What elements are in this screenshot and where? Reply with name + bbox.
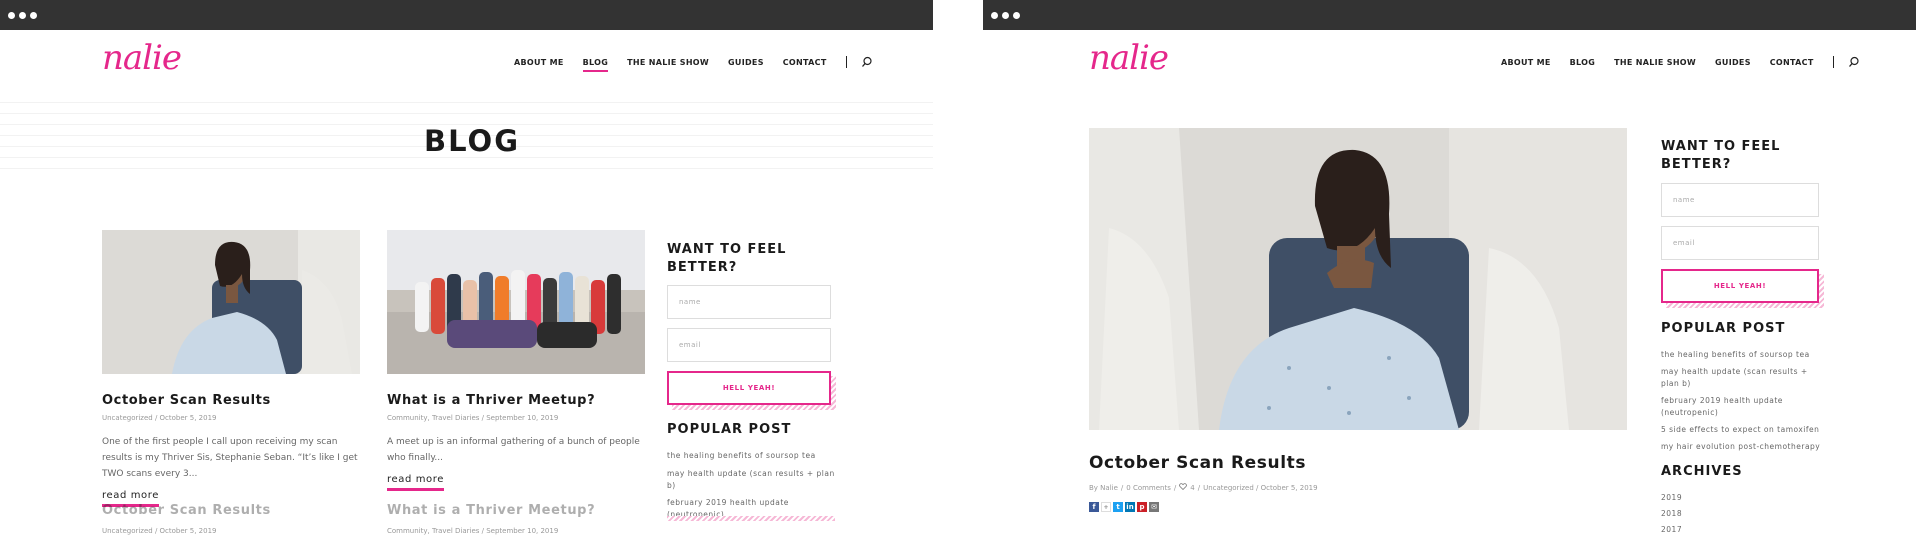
signup-heading: WANT TO FEEL BETTER? bbox=[1661, 138, 1780, 174]
nav-blog[interactable]: BLOG bbox=[1570, 58, 1595, 67]
browser-chrome bbox=[0, 0, 933, 30]
signup-heading-line: WANT TO FEEL bbox=[1661, 139, 1781, 154]
pinterest-icon[interactable]: p bbox=[1137, 502, 1147, 512]
nav-divider bbox=[1832, 56, 1834, 68]
post-thumbnail[interactable] bbox=[102, 230, 360, 374]
popular-post-heading: POPULAR POST bbox=[667, 422, 792, 437]
meta-separator: / bbox=[1120, 483, 1124, 492]
search-icon[interactable] bbox=[1848, 56, 1860, 68]
email-field[interactable]: email bbox=[667, 328, 831, 362]
hell-yeah-button[interactable]: HELL YEAH! bbox=[667, 371, 831, 405]
heart-icon[interactable] bbox=[1179, 483, 1188, 492]
post-excerpt: A meet up is an informal gathering of a … bbox=[387, 437, 640, 463]
popular-post-link[interactable]: 5 side effects to expect on tamoxifen bbox=[1661, 424, 1821, 436]
post-meta: Community, Travel Diaries / September 10… bbox=[387, 527, 559, 535]
post-category-date: Uncategorized / October 5, 2019 bbox=[1203, 483, 1318, 492]
post-meta: By Nalie / 0 Comments / 4 / Uncategorize… bbox=[1089, 483, 1318, 492]
main-nav: ABOUT ME BLOG THE NALIE SHOW GUIDES CONT… bbox=[514, 56, 873, 72]
featured-image bbox=[1089, 128, 1627, 430]
nav-guides[interactable]: GUIDES bbox=[728, 58, 764, 67]
post-title[interactable]: October Scan Results bbox=[102, 503, 271, 518]
popular-post-link[interactable]: my hair evolution post-chemotherapy bbox=[1661, 441, 1821, 453]
window-controls bbox=[991, 12, 1020, 19]
window-dot[interactable] bbox=[30, 12, 37, 19]
nav-about-me[interactable]: ABOUT ME bbox=[514, 58, 564, 67]
window-dot[interactable] bbox=[1013, 12, 1020, 19]
nav-about-me[interactable]: ABOUT ME bbox=[1501, 58, 1551, 67]
post-author[interactable]: By Nalie bbox=[1089, 484, 1118, 492]
archives-heading: ARCHIVES bbox=[1661, 464, 1743, 479]
signup-button-wrap: HELL YEAH! bbox=[1661, 269, 1824, 308]
page-title: BLOG bbox=[424, 124, 521, 158]
post-title[interactable]: October Scan Results bbox=[102, 393, 271, 408]
email-icon[interactable]: ✉ bbox=[1149, 502, 1159, 512]
main-nav: ABOUT ME BLOG THE NALIE SHOW GUIDES CONT… bbox=[1501, 56, 1860, 68]
window-dot[interactable] bbox=[8, 12, 15, 19]
nav-contact[interactable]: CONTACT bbox=[1770, 58, 1814, 67]
hell-yeah-button[interactable]: HELL YEAH! bbox=[1661, 269, 1819, 303]
name-field[interactable]: name bbox=[667, 285, 831, 319]
post-thumbnail[interactable] bbox=[387, 230, 645, 374]
signup-heading-line: WANT TO FEEL bbox=[667, 242, 787, 257]
nav-the-nalie-show[interactable]: THE NALIE SHOW bbox=[1614, 58, 1696, 67]
linkedin-icon[interactable]: in bbox=[1125, 502, 1135, 512]
nav-guides[interactable]: GUIDES bbox=[1715, 58, 1751, 67]
post-excerpt: One of the first people I call upon rece… bbox=[102, 437, 358, 479]
popular-post-link[interactable]: february 2019 health update (neutropenic… bbox=[1661, 395, 1821, 419]
site-logo[interactable]: nalie bbox=[1089, 38, 1169, 78]
post-title[interactable]: What is a Thriver Meetup? bbox=[387, 393, 595, 408]
google-plus-icon[interactable]: + bbox=[1101, 502, 1111, 512]
post-title[interactable]: What is a Thriver Meetup? bbox=[387, 503, 595, 518]
window-controls bbox=[8, 12, 37, 19]
email-field[interactable]: email bbox=[1661, 226, 1819, 260]
post-meta: Uncategorized / October 5, 2019 bbox=[102, 527, 217, 535]
post-comments[interactable]: 0 Comments bbox=[1126, 484, 1171, 492]
meta-separator: / bbox=[1197, 483, 1201, 492]
facebook-icon[interactable]: f bbox=[1089, 502, 1099, 512]
name-field[interactable]: name bbox=[1661, 183, 1819, 217]
post-meta: Community, Travel Diaries / September 10… bbox=[387, 414, 559, 422]
browser-window-right: nalie ABOUT ME BLOG THE NALIE SHOW GUIDE… bbox=[983, 0, 1916, 537]
archive-link[interactable]: 2018 bbox=[1661, 508, 1682, 520]
signup-heading-line: BETTER? bbox=[667, 260, 738, 275]
signup-heading-line: BETTER? bbox=[1661, 157, 1732, 172]
post-title: October Scan Results bbox=[1089, 453, 1307, 473]
decor-stripe bbox=[667, 516, 835, 521]
twitter-icon[interactable]: t bbox=[1113, 502, 1123, 512]
window-dot[interactable] bbox=[19, 12, 26, 19]
popular-post-link[interactable]: the healing benefits of soursop tea bbox=[667, 450, 837, 462]
popular-post-link[interactable]: the healing benefits of soursop tea bbox=[1661, 349, 1821, 361]
popular-post-heading: POPULAR POST bbox=[1661, 321, 1786, 336]
share-buttons: f + t in p ✉ bbox=[1089, 502, 1159, 512]
nav-divider bbox=[845, 56, 847, 68]
browser-window-left: nalie ABOUT ME BLOG THE NALIE SHOW GUIDE… bbox=[0, 0, 933, 537]
nav-contact[interactable]: CONTACT bbox=[783, 58, 827, 67]
signup-heading: WANT TO FEEL BETTER? bbox=[667, 241, 786, 277]
browser-chrome bbox=[983, 0, 1916, 30]
post-likes: 4 bbox=[1190, 483, 1195, 492]
post-meta: Uncategorized / October 5, 2019 bbox=[102, 414, 217, 422]
popular-post-link[interactable]: may health update (scan results + plan b… bbox=[667, 468, 837, 492]
meta-separator: / bbox=[1173, 483, 1177, 492]
nav-blog[interactable]: BLOG bbox=[582, 58, 609, 72]
window-dot[interactable] bbox=[991, 12, 998, 19]
archive-link[interactable]: 2019 bbox=[1661, 492, 1682, 504]
site-logo[interactable]: nalie bbox=[102, 38, 182, 78]
window-dot[interactable] bbox=[1002, 12, 1009, 19]
archive-link[interactable]: 2017 bbox=[1661, 524, 1682, 536]
read-more-link[interactable]: read more bbox=[387, 474, 445, 491]
popular-post-link[interactable]: may health update (scan results + plan b… bbox=[1661, 366, 1821, 390]
nav-the-nalie-show[interactable]: THE NALIE SHOW bbox=[627, 58, 709, 67]
signup-button-wrap: HELL YEAH! bbox=[667, 371, 836, 410]
search-icon[interactable] bbox=[861, 56, 873, 68]
